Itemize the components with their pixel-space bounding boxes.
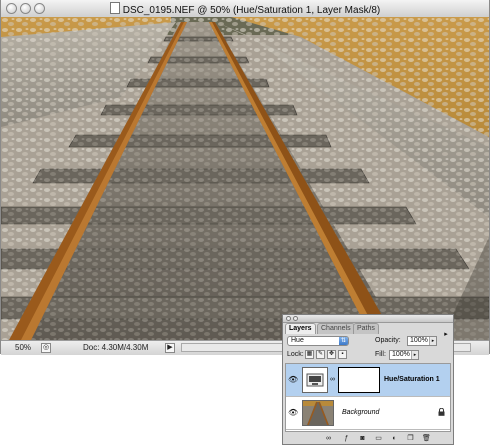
- panel-footer: ∞ ƒ ◙ ▭ ◐ ❐ 🗑: [285, 434, 451, 444]
- railroad-photo: [1, 17, 489, 340]
- lock-fill-row: Lock: ▦ ✎ ✥ ▪ Fill: 100% ▸: [285, 349, 451, 361]
- document-icon: [109, 2, 120, 14]
- lock-move-icon[interactable]: ✥: [327, 350, 336, 359]
- window-title: DSC_0195.NEF @ 50% (Hue/Saturation 1, La…: [122, 5, 381, 16]
- lock-paint-icon[interactable]: ✎: [316, 350, 325, 359]
- blend-mode-value: Hue: [291, 337, 304, 344]
- railroad-thumbnail-image: [307, 401, 329, 426]
- opacity-label: Opacity:: [375, 337, 401, 344]
- tab-layers[interactable]: Layers: [285, 323, 316, 334]
- window-title-container: DSC_0195.NEF @ 50% (Hue/Saturation 1, La…: [1, 2, 489, 16]
- new-layer-icon[interactable]: ❐: [405, 434, 416, 443]
- lock-label: Lock:: [287, 351, 304, 358]
- layer-name[interactable]: Hue/Saturation 1: [384, 376, 440, 383]
- fill-field[interactable]: 100% ▸: [389, 350, 419, 360]
- blend-opacity-row: Hue ⇅ Opacity: 100% ▸: [285, 335, 451, 347]
- panel-minimize-button[interactable]: [293, 316, 298, 321]
- layer-row-background[interactable]: 👁 Background: [286, 397, 450, 430]
- lock-all-icon[interactable]: ▪: [338, 350, 347, 359]
- opacity-value: 100%: [410, 337, 428, 344]
- new-adjustment-icon[interactable]: ◐: [389, 434, 400, 443]
- layer-row-hue-saturation[interactable]: 👁 ∞ Hue/Saturation 1: [286, 364, 450, 397]
- eye-icon[interactable]: 👁: [288, 375, 298, 384]
- new-group-icon[interactable]: ▭: [373, 434, 384, 443]
- add-mask-icon[interactable]: ◙: [357, 434, 368, 443]
- layers-panel: Layers Channels Paths ▸ Hue ⇅ Opacity: 1…: [282, 314, 454, 445]
- panel-close-button[interactable]: [286, 316, 291, 321]
- document-window: DSC_0195.NEF @ 50% (Hue/Saturation 1, La…: [0, 0, 490, 355]
- status-menu-arrow-icon[interactable]: ▶: [165, 343, 175, 353]
- fill-slider-icon[interactable]: ▸: [411, 351, 418, 359]
- zoom-level[interactable]: 50%: [15, 343, 31, 352]
- layer-style-icon[interactable]: ƒ: [341, 434, 352, 443]
- adjustment-layer-thumbnail: [302, 367, 328, 393]
- tab-paths[interactable]: Paths: [353, 323, 379, 334]
- image-canvas[interactable]: [1, 17, 489, 340]
- link-icon[interactable]: ∞: [323, 434, 334, 443]
- fill-label: Fill:: [375, 351, 386, 358]
- status-options-icon[interactable]: ◎: [41, 343, 51, 353]
- layers-list: 👁 ∞ Hue/Saturation 1 👁 Background: [285, 363, 451, 432]
- hue-saturation-icon: [306, 373, 324, 387]
- trash-icon[interactable]: 🗑: [421, 434, 432, 443]
- layer-name[interactable]: Background: [342, 409, 379, 416]
- padlock-icon: [438, 408, 445, 416]
- eye-icon[interactable]: 👁: [288, 408, 298, 417]
- fill-value: 100%: [392, 351, 410, 358]
- blend-mode-select[interactable]: Hue ⇅: [287, 336, 349, 346]
- doc-size-info: Doc: 4.30M/4.30M: [83, 343, 149, 352]
- window-titlebar[interactable]: DSC_0195.NEF @ 50% (Hue/Saturation 1, La…: [1, 0, 489, 18]
- opacity-field[interactable]: 100% ▸: [407, 336, 437, 346]
- opacity-slider-icon[interactable]: ▸: [429, 337, 436, 345]
- tab-channels[interactable]: Channels: [317, 323, 355, 334]
- panel-tabs: Layers Channels Paths ▸: [283, 322, 453, 338]
- lock-transparent-icon[interactable]: ▦: [305, 350, 314, 359]
- background-thumbnail: [302, 400, 334, 426]
- layer-mask-thumbnail[interactable]: [338, 367, 380, 393]
- mask-link-icon[interactable]: ∞: [330, 376, 335, 383]
- select-arrows-icon: ⇅: [339, 337, 348, 345]
